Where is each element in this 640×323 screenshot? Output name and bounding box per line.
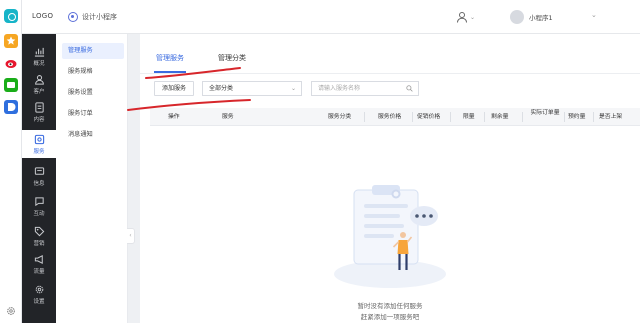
sidebar-item-customers[interactable]: 客户 (22, 70, 56, 98)
sidebar-item-marketing[interactable]: 营销 (22, 222, 56, 250)
column-header: 预约量 (568, 114, 586, 120)
sidebar-item-overview[interactable]: 概况 (22, 42, 56, 70)
sidebar-item-label: 信息 (33, 180, 45, 187)
column-header: 限量 (463, 114, 475, 120)
user-icon (34, 74, 44, 85)
sidebar-item-label: 设置 (33, 298, 45, 305)
column-divider (593, 112, 594, 122)
sidebar-item-label: 互动 (33, 210, 45, 217)
account-switcher[interactable]: 小程序1 (510, 8, 553, 26)
app-switcher[interactable]: 设计小程序 (68, 10, 117, 24)
tag-icon (34, 226, 44, 236)
miniprogram-icon (68, 12, 78, 22)
sidebar-item-interaction[interactable]: 互动 (22, 192, 56, 220)
account-name: 小程序1 (529, 14, 553, 22)
chart-icon (34, 47, 44, 57)
add-service-button[interactable]: 添加服务 (154, 80, 194, 96)
sidebar-item-label: 服务 (33, 148, 45, 155)
search-placeholder: 请输入服务名称 (318, 84, 361, 92)
sidebar-item-settings[interactable]: 设置 (22, 280, 56, 308)
wechat-app-icon[interactable] (4, 78, 18, 92)
empty-state-title: 暂时没有添加任何服务 (357, 302, 423, 310)
avatar (510, 10, 524, 24)
column-header: 服务 (222, 114, 234, 120)
sidebar-item-label: 客户 (33, 88, 45, 95)
table-header: 操作 服务 服务分类 服务价格 促销价格 限量 剩余量 实际订单量 预约量 是否… (150, 108, 640, 126)
person-icon (457, 12, 467, 23)
document-icon (34, 101, 44, 113)
logo-text: LOGO (32, 12, 54, 20)
empty-state-illustration (334, 185, 446, 288)
tab-manage-services[interactable]: 管理服务 (156, 53, 184, 63)
search-icon[interactable] (406, 84, 413, 92)
subnav-item-notifications[interactable]: 消息通知 (62, 127, 124, 143)
main-panel: 管理服务 管理分类 添加服务 全部分类 ⌄ 请输入服务名称 操作 服务 服务分类… (140, 34, 640, 323)
column-header: 实际订单量 (530, 110, 560, 116)
column-divider (450, 112, 451, 122)
column-header: 剩余量 (491, 114, 509, 120)
category-select-value: 全部分类 (209, 84, 234, 92)
app-name: 设计小程序 (82, 13, 117, 21)
sidebar-item-content[interactable]: 内容 (22, 98, 56, 126)
toolbar: 添加服务 全部分类 ⌄ 请输入服务名称 (154, 80, 419, 96)
weibo-app-icon[interactable] (4, 56, 18, 70)
message-icon (34, 166, 44, 175)
main-sidebar: 概况 客户 内容 服务 信息 互动 营销 流量 设置 (22, 34, 56, 323)
app-root: LOGO 设计小程序 ⌄ 小程序1 ⌄ 概况 客户 内容 服务 信息 互动 营销… (0, 0, 640, 323)
chat-icon (34, 196, 44, 206)
app-strip (0, 0, 22, 323)
sidebar-item-label: 内容 (33, 116, 45, 123)
chevron-down-icon: ⌄ (470, 13, 476, 21)
gear-icon[interactable] (6, 306, 16, 316)
column-header: 服务分类 (328, 114, 352, 120)
sidebar-item-service[interactable]: 服务 (22, 130, 56, 158)
sidebar-item-info[interactable]: 信息 (22, 162, 56, 190)
column-divider (412, 112, 413, 122)
user-menu-button[interactable]: ⌄ (456, 10, 478, 24)
active-tab-indicator (154, 71, 186, 73)
sidebar-item-traffic[interactable]: 流量 (22, 250, 56, 278)
service-icon (34, 134, 44, 144)
column-divider (364, 112, 365, 122)
subnav-item-service-orders[interactable]: 服务订单 (62, 106, 124, 122)
top-header: LOGO 设计小程序 ⌄ 小程序1 ⌄ (0, 0, 640, 34)
tab-bar: 管理服务 管理分类 (140, 44, 640, 74)
sub-navigation: 管理服务 服务规格 服务设置 服务订单 消息通知 (56, 34, 128, 323)
sidebar-item-label: 概况 (33, 60, 45, 67)
category-select[interactable]: 全部分类 ⌄ (202, 80, 302, 96)
gear-icon (35, 285, 43, 293)
column-header: 促销价格 (417, 114, 441, 120)
column-divider (484, 112, 485, 122)
column-header: 操作 (168, 114, 180, 120)
column-divider (564, 112, 565, 122)
megaphone-icon (34, 254, 43, 264)
star-app-icon[interactable] (4, 34, 18, 48)
collapse-sidebar-button[interactable]: ‹ (127, 228, 135, 244)
empty-state-subtitle: 赶紧添加一项服务吧 (360, 313, 420, 321)
sidebar-item-label: 流量 (33, 268, 45, 275)
d-app-icon[interactable] (4, 100, 18, 114)
sidebar-item-label: 营销 (33, 240, 45, 247)
column-divider (522, 112, 523, 122)
subnav-item-service-specs[interactable]: 服务规格 (62, 64, 124, 80)
tab-manage-categories[interactable]: 管理分类 (218, 53, 246, 63)
chevron-down-icon[interactable]: ⌄ (591, 11, 597, 19)
chevron-down-icon: ⌄ (290, 84, 296, 92)
subnav-item-service-settings[interactable]: 服务设置 (62, 85, 124, 101)
column-header: 是否上架 (599, 114, 623, 120)
search-input[interactable]: 请输入服务名称 (311, 80, 419, 96)
brand-logo-icon[interactable] (4, 9, 18, 23)
subnav-item-manage-services[interactable]: 管理服务 (62, 43, 124, 59)
column-header: 服务价格 (378, 114, 402, 120)
